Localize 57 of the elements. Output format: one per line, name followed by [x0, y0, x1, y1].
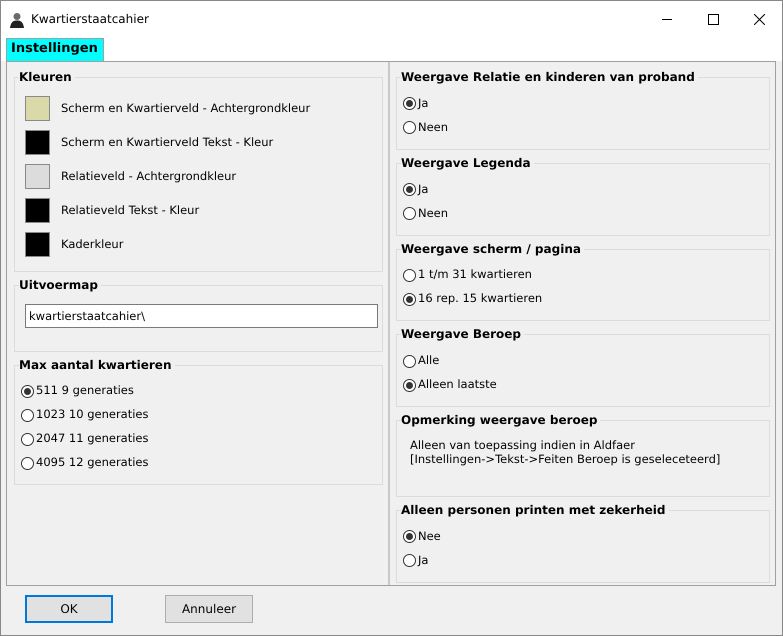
color-label: Kaderkleur: [61, 238, 124, 252]
radio-button[interactable]: [21, 432, 34, 446]
radio-label: 16 rep. 15 kwartieren: [418, 292, 542, 306]
radio-label: 2047 11 generaties: [36, 432, 148, 446]
app-icon: [10, 12, 24, 28]
dialog-button[interactable]: Annuleer: [165, 595, 253, 623]
note-text: Alleen van toepassing indien in Aldfaer: [410, 438, 636, 453]
color-swatch[interactable]: [25, 96, 50, 122]
color-swatch[interactable]: [25, 198, 50, 224]
radio-button[interactable]: [403, 183, 416, 196]
close-icon[interactable]: [754, 14, 764, 25]
radio-button[interactable]: [403, 292, 416, 306]
group-title: Kleuren: [19, 70, 75, 84]
group-title: Max aantal kwartieren: [19, 358, 174, 372]
radio-button[interactable]: [403, 554, 416, 568]
radio-button[interactable]: [403, 121, 416, 134]
radio-label: 1 t/m 31 kwartieren: [418, 268, 532, 282]
group-title: Alleen personen printen met zekerheid: [401, 502, 668, 518]
dialog-button[interactable]: OK: [25, 595, 113, 623]
note-text: [Instellingen->Tekst->Feiten Beroep is geseleceteerd]: [410, 452, 722, 467]
color-swatch[interactable]: [25, 232, 50, 258]
radio-label: 511 9 generaties: [36, 384, 134, 398]
radio-button[interactable]: [21, 384, 34, 398]
radio-label: Neen: [418, 206, 448, 220]
radio-label: Ja: [418, 182, 428, 196]
radio-button[interactable]: [403, 207, 416, 220]
radio-label: Neen: [418, 120, 448, 135]
color-label: Relatieveld Tekst - Kleur: [61, 204, 200, 218]
group-title: Uitvoermap: [19, 278, 101, 292]
color-swatch[interactable]: [25, 164, 50, 190]
radio-label: 1023 10 generaties: [36, 408, 148, 422]
radio-button[interactable]: [21, 456, 34, 470]
group-title: Weergave scherm / pagina: [401, 242, 584, 256]
radio-button[interactable]: [403, 378, 416, 392]
radio-label: Alle: [418, 354, 440, 368]
radio-label: Nee: [418, 530, 441, 544]
group-title: Weergave Legenda: [401, 156, 534, 170]
radio-label: Ja: [418, 96, 428, 111]
group-title: Weergave Relatie en kinderen van proband: [401, 70, 698, 84]
radio-label: 4095 12 generaties: [36, 456, 148, 470]
color-swatch[interactable]: [25, 130, 50, 156]
radio-button[interactable]: [403, 97, 416, 110]
maximize-icon[interactable]: [708, 14, 718, 25]
radio-button[interactable]: [403, 354, 416, 368]
group-title: Opmerking weergave beroep: [401, 413, 600, 428]
radio-button[interactable]: [403, 530, 416, 544]
group-title: Weergave Beroep: [401, 327, 524, 342]
tab[interactable]: Instellingen: [6, 38, 104, 61]
color-label: Scherm en Kwartierveld Tekst - Kleur: [61, 136, 274, 150]
radio-button[interactable]: [21, 408, 34, 422]
color-label: Scherm en Kwartierveld - Achtergrondkleur: [61, 102, 310, 116]
radio-label: Alleen laatste: [418, 378, 497, 392]
radio-button[interactable]: [403, 268, 416, 282]
text-field[interactable]: kwartierstaatcahier\: [25, 304, 378, 328]
radio-label: Ja: [418, 554, 428, 568]
color-label: Relatieveld - Achtergrondkleur: [61, 170, 236, 184]
window-title: Kwartierstaatcahier: [31, 12, 149, 27]
